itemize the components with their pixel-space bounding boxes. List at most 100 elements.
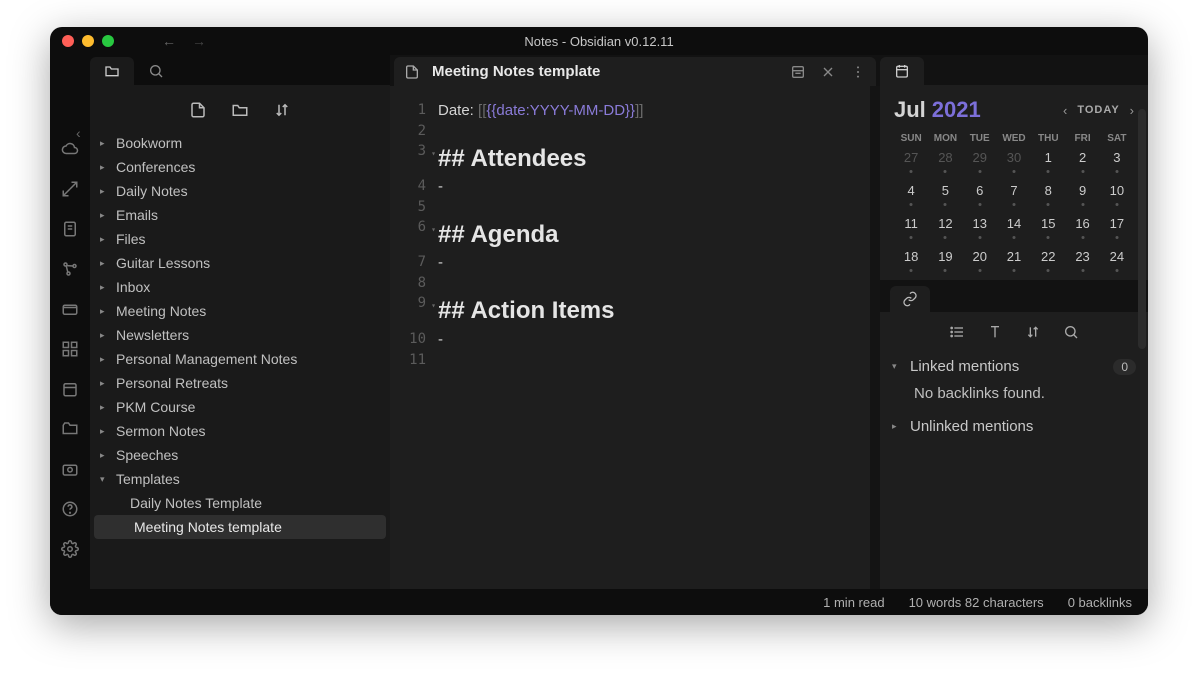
right-scrollbar[interactable] [1138, 109, 1146, 349]
calendar-day[interactable]: 29 [963, 150, 997, 173]
cloud-icon[interactable] [61, 140, 79, 158]
editor-tab[interactable]: Meeting Notes template [394, 57, 876, 86]
graph-icon[interactable] [61, 260, 79, 278]
calendar-day[interactable]: 13 [963, 216, 997, 239]
preview-mode-icon[interactable] [790, 64, 806, 80]
folder-item[interactable]: ▸Files [90, 227, 390, 251]
calendar-day[interactable]: 15 [1031, 216, 1065, 239]
calendar-day[interactable]: 8 [1031, 183, 1065, 206]
calendar-prev-icon[interactable]: ‹ [1063, 103, 1067, 118]
calendar-day[interactable]: 5 [928, 183, 962, 206]
calendar-dow: TUE [963, 133, 997, 144]
calendar-day[interactable]: 10 [1100, 183, 1134, 206]
camera-icon[interactable] [61, 460, 79, 478]
editor-scrollbar[interactable] [870, 86, 880, 589]
calendar-next-icon[interactable]: › [1130, 103, 1134, 118]
file-explorer-tab[interactable] [90, 57, 134, 85]
calendar-day[interactable]: 28 [928, 150, 962, 173]
calendar-widget: Jul 2021 ‹ TODAY › SUNMONTUEWEDTHUFRISAT… [880, 85, 1148, 280]
calendar-dow: WED [997, 133, 1031, 144]
folder-item[interactable]: ▸Personal Management Notes [90, 347, 390, 371]
backlinks-empty-text: No backlinks found. [892, 381, 1136, 412]
folder-item[interactable]: ▸Newsletters [90, 323, 390, 347]
search-tab[interactable] [134, 57, 178, 85]
file-icon [404, 64, 420, 80]
more-options-icon[interactable] [850, 64, 866, 80]
folder-item[interactable]: ▸Conferences [90, 155, 390, 179]
calendar-day[interactable]: 4 [894, 183, 928, 206]
new-folder-icon[interactable] [231, 101, 249, 119]
calendar-day[interactable]: 22 [1031, 249, 1065, 272]
sort-backlinks-icon[interactable] [1025, 324, 1041, 340]
new-note-icon[interactable] [189, 101, 207, 119]
wallet-icon[interactable] [61, 300, 79, 318]
list-marker: - [438, 254, 443, 271]
calendar-day[interactable]: 14 [997, 216, 1031, 239]
folder-item[interactable]: ▾Templates [90, 467, 390, 491]
folder-item[interactable]: ▸Bookworm [90, 131, 390, 155]
calendar-day[interactable]: 7 [997, 183, 1031, 206]
folder-item[interactable]: ▸Personal Retreats [90, 371, 390, 395]
folder-item[interactable]: ▸Daily Notes [90, 179, 390, 203]
search-backlinks-icon[interactable] [1063, 324, 1079, 340]
file-item[interactable]: Meeting Notes template [94, 515, 386, 539]
calendar-day[interactable]: 21 [997, 249, 1031, 272]
file-item[interactable]: Daily Notes Template [90, 491, 390, 515]
quick-switcher-icon[interactable] [61, 180, 79, 198]
close-tab-icon[interactable] [820, 64, 836, 80]
text-icon[interactable] [987, 324, 1003, 340]
calendar-day[interactable]: 19 [928, 249, 962, 272]
chevron-right-icon: ▸ [892, 421, 902, 432]
apps-icon[interactable] [61, 340, 79, 358]
heading-attendees: ## Attendees [438, 143, 587, 174]
list-marker: - [438, 178, 443, 195]
unlinked-mentions-label: Unlinked mentions [910, 418, 1033, 435]
editor-body[interactable]: 1Date: [[{{date:YYYY-MM-DD}}]] 2 3▾## At… [390, 86, 880, 589]
folder-item[interactable]: ▸Sermon Notes [90, 419, 390, 443]
calendar-today-button[interactable]: TODAY [1077, 104, 1119, 116]
file-tree[interactable]: ▸Bookworm▸Conferences▸Daily Notes▸Emails… [90, 131, 390, 589]
folder-open-icon[interactable] [61, 420, 79, 438]
calendar-day[interactable]: 24 [1100, 249, 1134, 272]
app-window: ← → Notes - Obsidian v0.12.11 ‹ [50, 27, 1148, 615]
folder-item[interactable]: ▸Inbox [90, 275, 390, 299]
calendar-dow: SUN [894, 133, 928, 144]
calendar-day[interactable]: 27 [894, 150, 928, 173]
calendar-dow: MON [928, 133, 962, 144]
settings-icon[interactable] [61, 540, 79, 558]
folder-item[interactable]: ▸Speeches [90, 443, 390, 467]
calendar-day[interactable]: 9 [1065, 183, 1099, 206]
folder-item[interactable]: ▸Guitar Lessons [90, 251, 390, 275]
ribbon [50, 55, 90, 589]
linked-mentions-section[interactable]: ▾ Linked mentions 0 [892, 352, 1136, 381]
calendar-day[interactable]: 1 [1031, 150, 1065, 173]
calendar-day[interactable]: 30 [997, 150, 1031, 173]
sort-icon[interactable] [273, 101, 291, 119]
left-sidebar: ‹ ▸Bookworm▸Conferences▸Daily Notes▸Emai… [90, 55, 390, 589]
calendar-day[interactable]: 23 [1065, 249, 1099, 272]
calendar-day[interactable]: 6 [963, 183, 997, 206]
date-prefix: Date: [438, 102, 478, 119]
backlinks-tab[interactable] [890, 286, 930, 312]
calendar-tab[interactable] [880, 57, 924, 85]
titlebar: ← → Notes - Obsidian v0.12.11 [50, 27, 1148, 55]
collapse-left-icon[interactable]: ‹ [76, 125, 81, 141]
folder-item[interactable]: ▸Emails [90, 203, 390, 227]
calendar-day[interactable]: 11 [894, 216, 928, 239]
note-icon[interactable] [61, 220, 79, 238]
calendar-day[interactable]: 18 [894, 249, 928, 272]
calendar-sidebar-icon[interactable] [61, 380, 79, 398]
status-backlinks: 0 backlinks [1068, 595, 1132, 610]
heading-agenda: ## Agenda [438, 219, 558, 250]
calendar-day[interactable]: 20 [963, 249, 997, 272]
calendar-day[interactable]: 16 [1065, 216, 1099, 239]
calendar-day[interactable]: 2 [1065, 150, 1099, 173]
help-icon[interactable] [61, 500, 79, 518]
folder-item[interactable]: ▸Meeting Notes [90, 299, 390, 323]
calendar-day[interactable]: 12 [928, 216, 962, 239]
list-view-icon[interactable] [949, 324, 965, 340]
unlinked-mentions-section[interactable]: ▸ Unlinked mentions [892, 412, 1136, 441]
folder-item[interactable]: ▸PKM Course [90, 395, 390, 419]
calendar-day[interactable]: 3 [1100, 150, 1134, 173]
calendar-day[interactable]: 17 [1100, 216, 1134, 239]
